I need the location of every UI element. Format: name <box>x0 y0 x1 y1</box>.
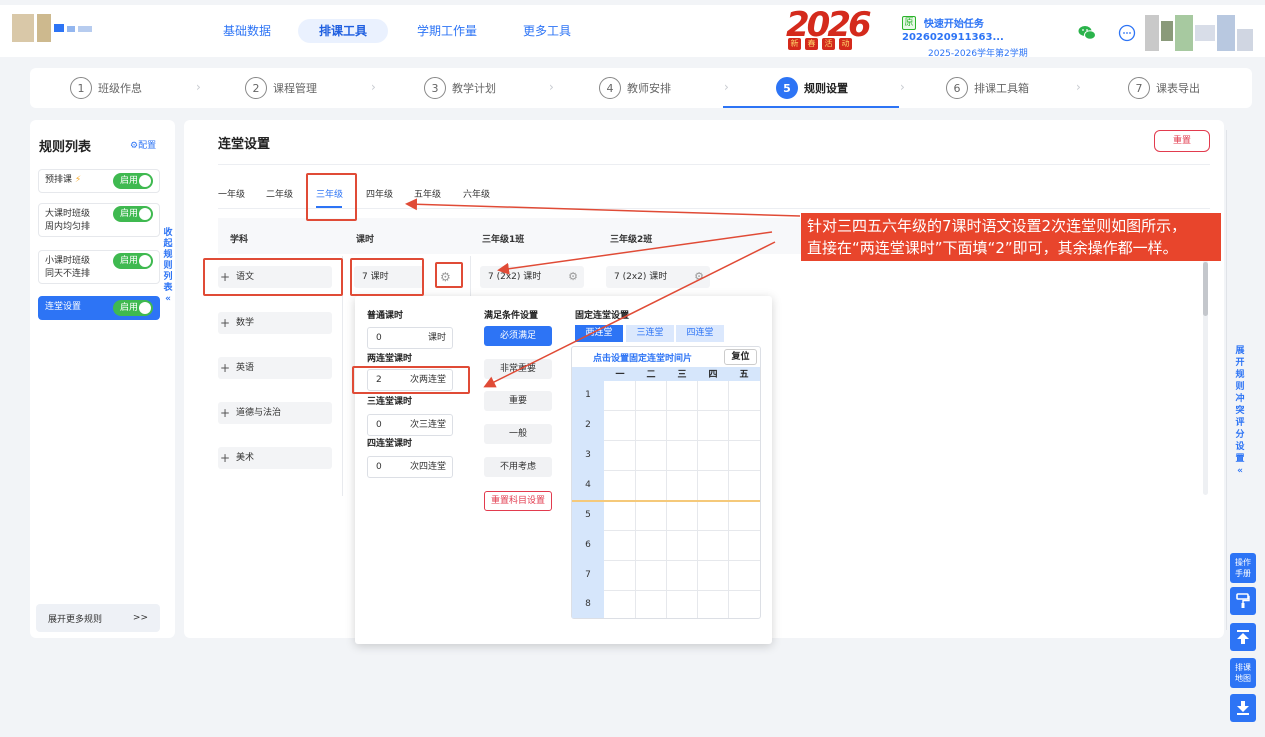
expand-char: 规 <box>1235 370 1245 380</box>
double-chevron-left-icon: « <box>1237 466 1243 476</box>
expand-char: 则 <box>1235 382 1245 392</box>
expand-char: 突 <box>1235 406 1245 416</box>
expand-char: 冲 <box>1235 394 1245 404</box>
map-label: 排课 <box>1235 663 1251 672</box>
note-line-1: 针对三四五六年级的7课时语文设置2次连堂则如图所示， <box>807 217 1187 235</box>
back-to-top-icon[interactable] <box>1230 623 1256 651</box>
download-icon[interactable] <box>1230 694 1256 722</box>
expand-char: 评 <box>1235 418 1245 428</box>
manual-label: 手册 <box>1235 569 1251 578</box>
schedule-map-button[interactable]: 排课 地图 <box>1230 658 1256 688</box>
map-label: 地图 <box>1235 674 1251 683</box>
expand-char: 置 <box>1235 454 1245 464</box>
annotation-arrows <box>405 198 801 388</box>
expand-char: 开 <box>1235 358 1245 368</box>
expand-char: 设 <box>1235 442 1245 452</box>
manual-label: 操作 <box>1235 558 1251 567</box>
expand-char: 分 <box>1235 430 1245 440</box>
manual-button[interactable]: 操作 手册 <box>1230 553 1256 583</box>
right-divider <box>1226 130 1227 630</box>
instruction-note: 针对三四五六年级的7课时语文设置2次连堂则如图所示， 直接在“两连堂课时”下面填… <box>801 213 1221 261</box>
expand-rule-conflict-scoring[interactable]: 展 开 规 则 冲 突 评 分 设 置 « <box>1234 345 1246 477</box>
expand-char: 展 <box>1235 346 1245 356</box>
paint-roller-icon[interactable] <box>1230 587 1256 615</box>
note-line-2: 直接在“两连堂课时”下面填“2”即可，其余操作都一样。 <box>807 239 1178 257</box>
